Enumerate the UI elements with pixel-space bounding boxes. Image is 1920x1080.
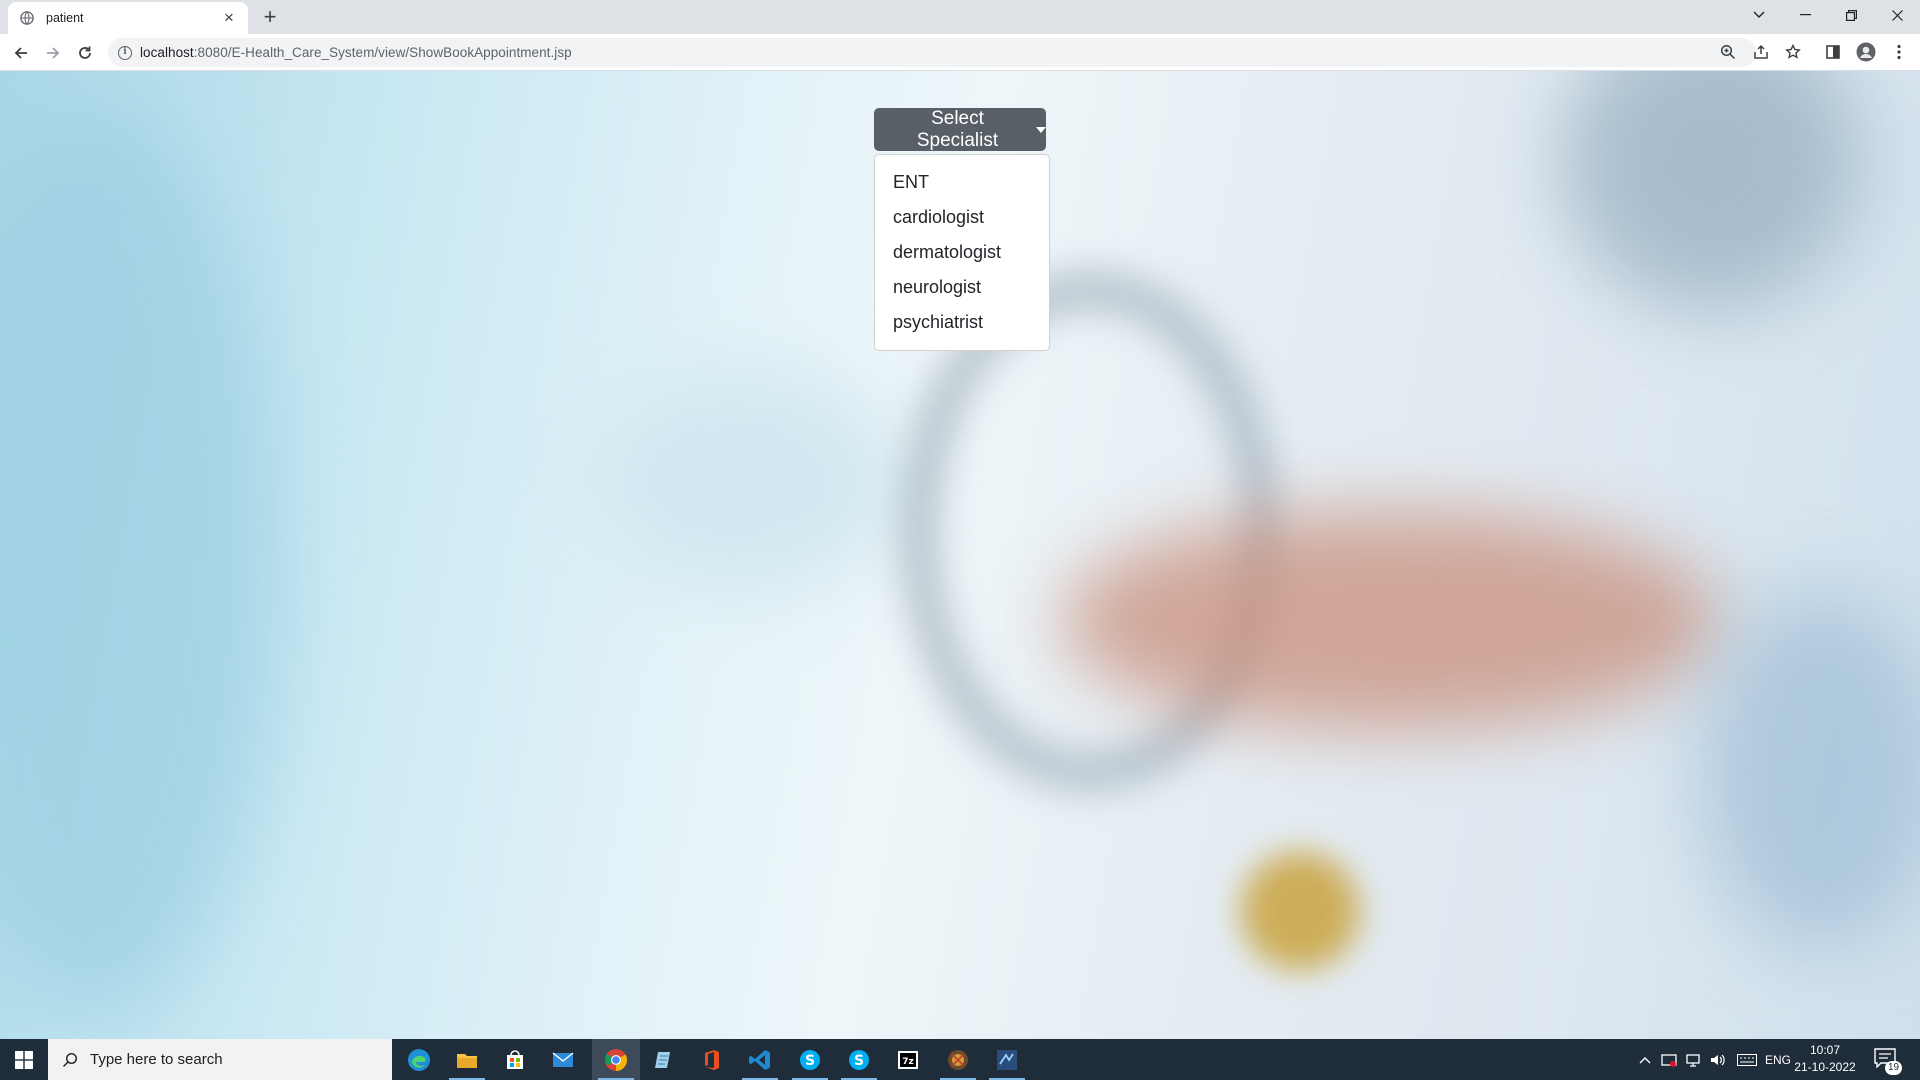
mail-icon[interactable] <box>539 1039 587 1080</box>
browser-toolbar: i localhost:8080/E-Health_Care_System/vi… <box>0 34 1920 71</box>
svg-text:7z: 7z <box>902 1057 914 1067</box>
restore-icon[interactable] <box>1828 0 1874 30</box>
notification-icon[interactable]: 19 <box>1872 1045 1902 1075</box>
sidebar-icon[interactable] <box>1822 41 1844 63</box>
star-icon[interactable] <box>1782 41 1804 63</box>
skype-icon[interactable]: S <box>835 1039 883 1080</box>
page-background: Select Specialist ENT cardiologist derma… <box>0 71 1920 1039</box>
menu-item-neurologist[interactable]: neurologist <box>875 270 1049 305</box>
globe-icon <box>20 11 34 25</box>
close-window-icon[interactable] <box>1874 0 1920 30</box>
zoom-icon[interactable] <box>1717 41 1739 63</box>
url-path: :8080/E-Health_Care_System/view/ShowBook… <box>193 45 572 60</box>
keyboard-icon[interactable] <box>1732 1039 1762 1080</box>
address-bar[interactable]: i localhost:8080/E-Health_Care_System/vi… <box>108 38 1756 67</box>
select-specialist-label: Select Specialist <box>916 107 999 151</box>
plus-icon[interactable]: + <box>258 5 282 29</box>
select-specialist-button[interactable]: Select Specialist <box>874 108 1046 151</box>
menu-item-cardiologist[interactable]: cardiologist <box>875 200 1049 235</box>
vs-icon[interactable] <box>983 1039 1031 1080</box>
background-blur <box>1560 71 1860 311</box>
svg-text:S: S <box>805 1053 815 1069</box>
taskbar: Type here to search S S 7z ENG 10:07 21-… <box>0 1039 1920 1080</box>
notepad-icon[interactable] <box>640 1039 688 1080</box>
volume-icon[interactable] <box>1706 1039 1728 1080</box>
minimize-icon[interactable] <box>1782 0 1828 30</box>
edge-icon[interactable] <box>395 1039 443 1080</box>
menu-item-psychiatrist[interactable]: psychiatrist <box>875 305 1049 340</box>
vscode-icon[interactable] <box>736 1039 784 1080</box>
specialist-menu: ENT cardiologist dermatologist neurologi… <box>874 154 1050 351</box>
tab-title: patient <box>46 11 84 25</box>
browser-tab[interactable]: patient × <box>8 2 248 34</box>
store-icon[interactable] <box>491 1039 539 1080</box>
game-icon[interactable] <box>934 1039 982 1080</box>
taskbar-search[interactable]: Type here to search <box>48 1039 392 1080</box>
background-blur <box>1240 851 1360 971</box>
forward-icon[interactable] <box>39 39 67 67</box>
menu-item-dermatologist[interactable]: dermatologist <box>875 235 1049 270</box>
url-host: localhost <box>140 45 194 60</box>
chrome-icon[interactable] <box>592 1039 640 1080</box>
background-blur <box>1060 511 1720 731</box>
background-blur <box>600 371 900 591</box>
chevron-up-icon[interactable] <box>1634 1039 1656 1080</box>
close-icon[interactable]: × <box>220 9 238 27</box>
chevron-down-icon[interactable] <box>1736 0 1782 30</box>
clock[interactable]: 10:07 21-10-2022 <box>1786 1042 1864 1076</box>
info-icon[interactable]: i <box>118 45 132 60</box>
search-icon <box>63 1052 78 1067</box>
7zip-icon[interactable]: 7z <box>884 1039 932 1080</box>
windows-icon[interactable] <box>0 1039 48 1080</box>
background-blur <box>0 111 280 1011</box>
reload-icon[interactable] <box>71 39 99 67</box>
svg-text:S: S <box>854 1053 864 1069</box>
menu-icon[interactable] <box>1888 41 1910 63</box>
clock-time: 10:07 <box>1809 1043 1841 1057</box>
skype-icon[interactable]: S <box>786 1039 834 1080</box>
security-icon[interactable] <box>1658 1039 1680 1080</box>
profile-icon[interactable] <box>1855 41 1877 63</box>
background-blur <box>1700 591 1920 951</box>
office-icon[interactable] <box>688 1039 736 1080</box>
clock-date: 21-10-2022 <box>1794 1060 1856 1074</box>
back-icon[interactable] <box>7 39 35 67</box>
caret-down-icon <box>1036 126 1046 133</box>
notification-count: 19 <box>1885 1061 1902 1075</box>
browser-tab-bar: patient × + <box>0 0 1920 34</box>
specialist-dropdown: Select Specialist ENT cardiologist derma… <box>874 108 1050 351</box>
menu-item-ent[interactable]: ENT <box>875 165 1049 200</box>
file-explorer-icon[interactable] <box>443 1039 491 1080</box>
search-placeholder: Type here to search <box>90 1051 223 1068</box>
share-icon[interactable] <box>1750 41 1772 63</box>
url-text: localhost:8080/E-Health_Care_System/view… <box>140 45 572 60</box>
network-icon[interactable] <box>1682 1039 1704 1080</box>
